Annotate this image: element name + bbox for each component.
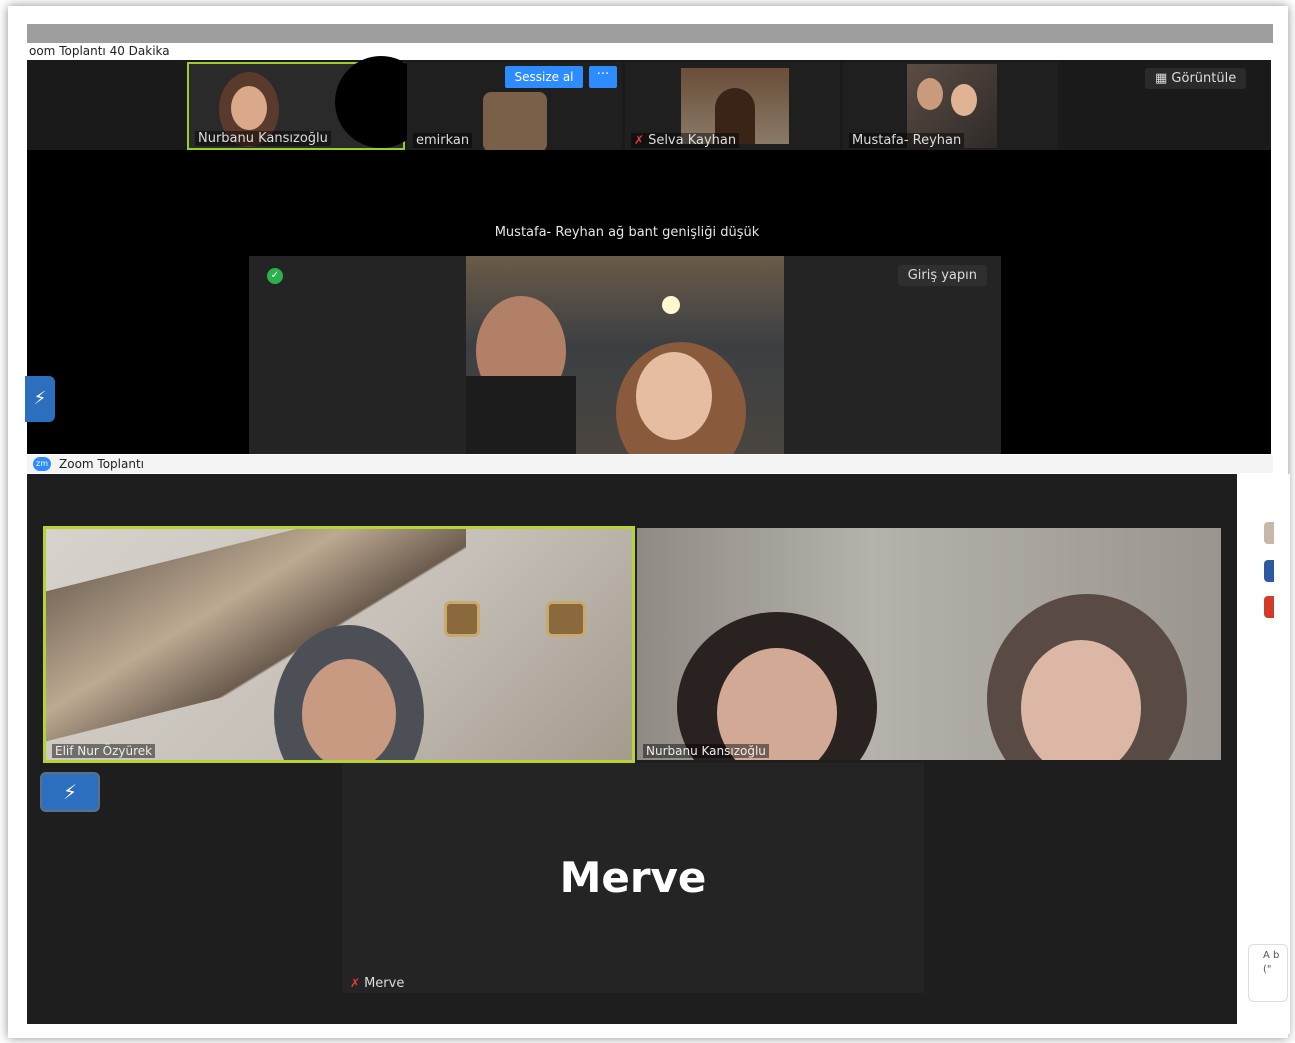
mic-muted-icon: ✗ [350, 976, 361, 990]
participant-name: ✗ Merve [350, 976, 404, 991]
participant-name: Mustafa- Reyhan [849, 133, 965, 148]
bandwidth-warning: Mustafa- Reyhan ağ bant genişliği düşük [494, 225, 760, 240]
bottom-meeting-window: Elif Nur Özyürek Nurbanu Kansızoğlu Merv… [27, 474, 1237, 1024]
notification-snippet: A b (" [1248, 944, 1288, 1002]
thumbnail-selva[interactable]: ✗ Selva Kayhan [625, 62, 840, 150]
participant-display-name: Merve [559, 853, 707, 902]
top-window-titlebar [27, 24, 1273, 43]
wall-sconce [546, 601, 586, 637]
sign-in-button[interactable]: Giriş yapın [897, 265, 987, 286]
ceiling-light [662, 296, 680, 314]
wall-sconce [444, 601, 480, 637]
app-icon [1264, 596, 1274, 618]
more-options-button[interactable]: ··· [589, 66, 617, 88]
view-button-label: Görüntüle [1171, 71, 1237, 86]
participant-name: Elif Nur Özyürek [52, 744, 156, 758]
thumbnail-mustafa-reyhan[interactable]: Mustafa- Reyhan [843, 62, 1058, 150]
video-feed-face [917, 78, 943, 110]
video-feed [483, 92, 547, 150]
grid-icon: ▦ [1155, 71, 1172, 86]
app-icon [1264, 560, 1274, 582]
video-feed-face [951, 84, 977, 116]
video-feed-mustafa-reyhan [466, 256, 784, 454]
participant-strip: Nurbanu Kansızoğlu emirkan Sessize al ··… [27, 56, 1271, 150]
participant-name: Nurbanu Kansızoğlu [643, 744, 769, 758]
zoom-logo-icon: zm [33, 457, 51, 471]
bottom-window-title: Zoom Toplantı [59, 457, 144, 471]
avatar [1264, 522, 1274, 544]
mic-muted-icon: ✗ [634, 133, 645, 147]
video-feed-face [231, 86, 267, 130]
right-edge-panel: A b (" [1240, 474, 1290, 1034]
top-meeting-window: Nurbanu Kansızoğlu emirkan Sessize al ··… [25, 56, 1271, 454]
video-tile-nurbanu[interactable]: Nurbanu Kansızoğlu [637, 528, 1221, 760]
participant-name-text: Selva Kayhan [648, 133, 737, 148]
shared-video-area: ✓ Giriş yapın [249, 256, 1001, 454]
video-tile-merve[interactable]: Merve ✗ Merve [342, 763, 924, 993]
mute-button[interactable]: Sessize al [505, 66, 583, 88]
share-screen-icon[interactable]: ⚡ [25, 376, 55, 422]
top-window-title: oom Toplantı 40 Dakika [27, 43, 1273, 60]
share-screen-icon[interactable]: ⚡ [40, 772, 100, 812]
participant-name: emirkan [413, 133, 473, 148]
participant-name: Nurbanu Kansızoğlu [195, 131, 331, 146]
video-feed-body [466, 376, 576, 454]
view-button[interactable]: ▦ Görüntüle [1145, 68, 1247, 89]
participant-name: ✗ Selva Kayhan [631, 133, 740, 148]
video-tile-elif[interactable]: Elif Nur Özyürek [43, 526, 635, 763]
participant-name-text: Merve [364, 976, 405, 991]
shield-icon[interactable]: ✓ [267, 268, 283, 284]
bottom-window-titlebar: zm Zoom Toplantı [27, 455, 1273, 473]
video-feed-face [302, 659, 396, 760]
video-feed-face [636, 352, 712, 440]
